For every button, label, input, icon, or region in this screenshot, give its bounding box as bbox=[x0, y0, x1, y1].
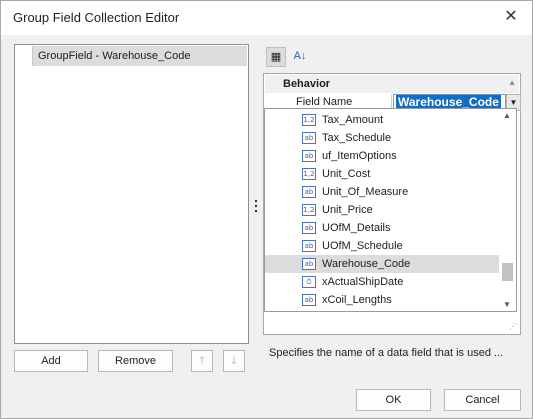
scroll-down-icon[interactable]: ▼ bbox=[503, 300, 511, 309]
category-header[interactable]: Behavior bbox=[265, 75, 519, 93]
field-option[interactable]: 1,2 Unit_Cost bbox=[265, 165, 499, 183]
field-option-label: uf_ItemOptions bbox=[322, 150, 397, 162]
field-option-label: Unit_Price bbox=[322, 204, 373, 216]
field-option-label: UOfM_Schedule bbox=[322, 240, 403, 252]
field-option[interactable]: ab Tax_Schedule bbox=[265, 129, 499, 147]
title-bar: Group Field Collection Editor ✕ bbox=[1, 1, 532, 35]
popup-scrollbar[interactable]: ▲ ▼ bbox=[499, 109, 516, 311]
window-title: Group Field Collection Editor bbox=[13, 10, 180, 25]
footer-bar: OK Cancel bbox=[1, 384, 532, 418]
field-list: 1,2 Tax_Amount ab Tax_Schedule ab uf_ItemOpti… bbox=[265, 109, 499, 311]
field-option-label: Tax_Schedule bbox=[322, 132, 392, 144]
field-name-value: Warehouse_Code bbox=[396, 95, 501, 109]
splitter-handle[interactable] bbox=[254, 200, 258, 214]
remove-button[interactable]: Remove bbox=[98, 350, 173, 372]
field-dropdown-popup: 1,2 Tax_Amount ab Tax_Schedule ab uf_ItemOpti… bbox=[264, 108, 517, 312]
numeric-field-icon: 1,2 bbox=[302, 204, 316, 216]
group-field-list[interactable]: GroupField - Warehouse_Code bbox=[14, 44, 249, 344]
field-option[interactable]: ab UOfM_Details bbox=[265, 219, 499, 237]
numeric-field-icon: 1,2 bbox=[302, 168, 316, 180]
property-description: Specifies the name of a data field that … bbox=[269, 347, 504, 359]
scroll-thumb[interactable] bbox=[502, 263, 513, 281]
field-option-label: xCoil_Lengths bbox=[322, 294, 392, 306]
text-field-icon: ab bbox=[302, 240, 316, 252]
scroll-up-icon[interactable]: ▲ bbox=[508, 78, 516, 87]
text-field-icon: ab bbox=[302, 222, 316, 234]
field-option[interactable]: 1,2 Unit_Price bbox=[265, 201, 499, 219]
list-item[interactable]: GroupField - Warehouse_Code bbox=[16, 46, 247, 66]
field-option-label: Unit_Of_Measure bbox=[322, 186, 409, 198]
text-field-icon: ab bbox=[302, 258, 316, 270]
row-selector[interactable] bbox=[16, 46, 33, 66]
text-field-icon: ab bbox=[302, 294, 316, 306]
text-field-icon: ab bbox=[302, 186, 316, 198]
categorized-view-icon[interactable]: ▦ bbox=[266, 47, 286, 67]
scroll-up-icon[interactable]: ▲ bbox=[503, 111, 511, 120]
add-button[interactable]: Add bbox=[14, 350, 88, 372]
field-option[interactable]: 1,2 Tax_Amount bbox=[265, 111, 499, 129]
editor-window: Group Field Collection Editor ✕ GroupFie… bbox=[0, 0, 533, 419]
text-field-icon: ab bbox=[302, 132, 316, 144]
field-option[interactable]: ab UOfM_Schedule bbox=[265, 237, 499, 255]
cancel-button[interactable]: Cancel bbox=[444, 389, 521, 411]
field-option-label: Unit_Cost bbox=[322, 168, 371, 180]
field-option-label: Warehouse_Code bbox=[322, 258, 411, 270]
field-option-label: UOfM_Details bbox=[322, 222, 391, 234]
field-option[interactable]: ab Warehouse_Code bbox=[265, 255, 499, 273]
field-option[interactable]: ab xCoil_Lengths bbox=[265, 291, 499, 309]
numeric-field-icon: 1,2 bbox=[302, 114, 316, 126]
move-down-button[interactable]: 🡓 bbox=[223, 350, 245, 372]
sort-alphabetical-icon[interactable]: A↓ bbox=[290, 47, 310, 67]
field-option-label: xActualShipDate bbox=[322, 276, 404, 288]
resize-grip-icon[interactable]: ⋰ bbox=[509, 322, 517, 331]
list-item-label: GroupField - Warehouse_Code bbox=[38, 50, 191, 62]
field-option[interactable]: ⏱ xActualShipDate bbox=[265, 273, 499, 291]
text-field-icon: ab bbox=[302, 150, 316, 162]
field-option-label: Tax_Amount bbox=[322, 114, 384, 126]
move-up-button[interactable]: 🡑 bbox=[191, 350, 213, 372]
ok-button[interactable]: OK bbox=[356, 389, 431, 411]
field-option[interactable]: ab uf_ItemOptions bbox=[265, 147, 499, 165]
close-button[interactable]: ✕ bbox=[500, 7, 522, 29]
date-field-icon: ⏱ bbox=[302, 276, 316, 288]
field-option[interactable]: ab Unit_Of_Measure bbox=[265, 183, 499, 201]
